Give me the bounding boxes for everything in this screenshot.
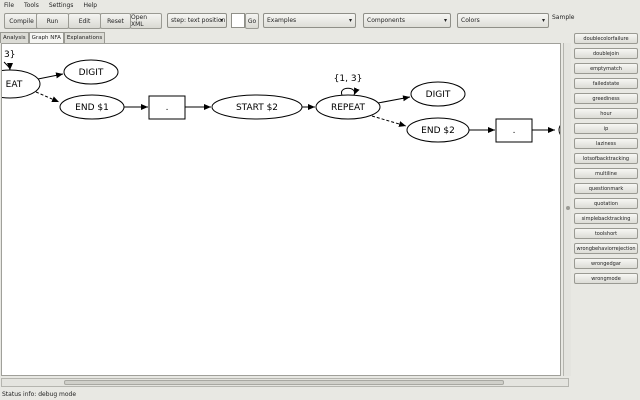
sample-button[interactable]: greediness — [574, 93, 638, 104]
sample-button[interactable]: doublejoin — [574, 48, 638, 59]
self-loop-edge — [3, 61, 13, 71]
next-node-partial — [558, 125, 560, 135]
edge-repeat-digit1 — [37, 72, 64, 80]
status-bar: Status info: debug mode — [2, 391, 77, 398]
components-dropdown[interactable]: Components ▾ — [363, 13, 451, 28]
samples-panel: doublecolorfailure doublejoin emptymatch… — [574, 33, 638, 288]
sample-button[interactable]: wrongmode — [574, 273, 638, 284]
sample-button[interactable]: ip — [574, 123, 638, 134]
sample-button[interactable]: failedstate — [574, 78, 638, 89]
sample-button[interactable]: wrongedgar — [574, 258, 638, 269]
menu-file[interactable]: File — [4, 2, 14, 9]
tab-explanations[interactable]: Explanations — [63, 32, 106, 43]
tab-analysis[interactable]: Analysis — [0, 32, 29, 43]
edge-repeat2-digit2 — [377, 95, 411, 104]
examples-dropdown-label: Examples — [267, 17, 297, 24]
chevron-down-icon: ▾ — [443, 17, 447, 24]
repeat-left-range-label: 3} — [4, 50, 15, 60]
position-dropdown[interactable]: step: text position ▾ — [167, 13, 227, 28]
chevron-down-icon: ▾ — [541, 17, 545, 24]
colors-dropdown-label: Colors — [461, 17, 480, 24]
graph-canvas[interactable]: EAT 3} DIGIT END $1 . START $2 REPEAT {1… — [1, 43, 561, 376]
repeat2-range-label: {1, 3} — [334, 74, 363, 84]
scroll-grip-icon — [566, 206, 570, 210]
menu-tools[interactable]: Tools — [24, 2, 39, 9]
start2-node-label: START $2 — [236, 103, 278, 113]
chevron-down-icon: ▾ — [348, 17, 352, 24]
open-xml-button[interactable]: Open XML — [130, 13, 162, 29]
digit-node-2-label: DIGIT — [426, 90, 451, 100]
digit-node-1-label: DIGIT — [79, 68, 104, 78]
sample-button[interactable]: wrongbehaviorrejection — [574, 243, 638, 254]
toolbar: Compile Run Edit Reset Open XML step: te… — [0, 10, 640, 32]
menu-settings[interactable]: Settings — [49, 2, 74, 9]
sample-button[interactable]: hour — [574, 108, 638, 119]
edit-button[interactable]: Edit — [68, 13, 101, 29]
components-dropdown-label: Components — [367, 17, 405, 24]
sample-label: Sample — [552, 14, 575, 21]
reset-button[interactable]: Reset — [100, 13, 131, 29]
colors-dropdown[interactable]: Colors ▾ — [457, 13, 549, 28]
sample-button[interactable]: emptymatch — [574, 63, 638, 74]
sample-button[interactable]: simplebacktracking — [574, 213, 638, 224]
repeat2-node-label: REPEAT — [331, 103, 366, 113]
compile-button[interactable]: Compile — [4, 13, 39, 29]
sample-button[interactable]: lotsofbacktracking — [574, 153, 638, 164]
end2-node-label: END $2 — [421, 126, 455, 136]
go-button[interactable]: Go — [245, 13, 259, 29]
horizontal-scrollbar[interactable] — [1, 378, 569, 387]
chevron-down-icon: ▾ — [219, 17, 223, 24]
repeat-node-left-label: EAT — [6, 80, 23, 90]
horizontal-scroll-thumb[interactable] — [64, 380, 504, 385]
menubar: File Tools Settings Help — [0, 0, 640, 10]
tab-bar: Analysis Graph NFA Explanations — [0, 32, 106, 43]
edge-repeat2-end2 — [371, 115, 407, 127]
sample-button[interactable]: questionmark — [574, 183, 638, 194]
end1-node-label: END $1 — [75, 103, 109, 113]
sample-button[interactable]: laziness — [574, 138, 638, 149]
sample-button[interactable]: toolshort — [574, 228, 638, 239]
edge-repeat-end1 — [35, 91, 60, 103]
dot-node-2-label: . — [513, 126, 516, 136]
dot-node-1-label: . — [166, 103, 169, 113]
nfa-graph: EAT 3} DIGIT END $1 . START $2 REPEAT {1… — [2, 50, 560, 143]
menu-help[interactable]: Help — [83, 2, 97, 9]
sample-button[interactable]: multiline — [574, 168, 638, 179]
sample-button[interactable]: quotation — [574, 198, 638, 209]
position-input[interactable] — [231, 13, 245, 28]
vertical-scrollbar[interactable] — [563, 43, 571, 376]
examples-dropdown[interactable]: Examples ▾ — [263, 13, 356, 28]
position-dropdown-label: step: text position — [171, 17, 226, 24]
sample-button[interactable]: doublecolorfailure — [574, 33, 638, 44]
tab-graph-nfa[interactable]: Graph NFA — [28, 32, 64, 43]
run-button[interactable]: Run — [36, 13, 69, 29]
repeat2-self-loop — [341, 87, 360, 96]
